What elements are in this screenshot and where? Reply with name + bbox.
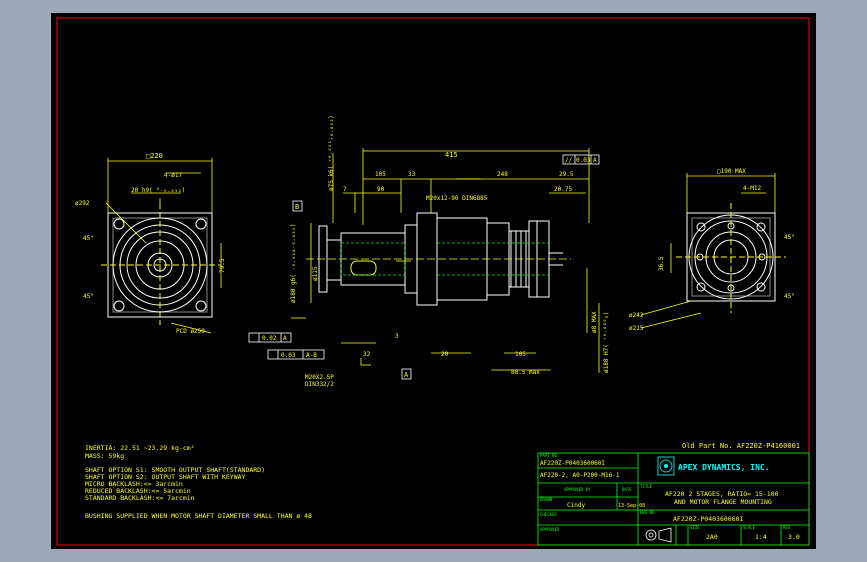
part-no-1: AF220Z-P040360060I <box>540 460 605 467</box>
dim-115: ø115 <box>312 266 319 281</box>
dim-angle-45-lower: 45° <box>83 293 94 300</box>
dim-angle-45-right-lower: 45° <box>784 293 795 300</box>
tolerance-parallel-value: 0.03 <box>576 157 591 164</box>
dim-thread-m20x2: M20X2.5P <box>305 374 334 381</box>
label-rev: REV <box>783 525 791 530</box>
label-part-no: PART NO. <box>540 453 559 458</box>
side-dims <box>291 148 600 373</box>
dim-angle-45-upper: 45° <box>83 235 94 242</box>
label-scale: SCALE <box>743 525 756 530</box>
dim-105: 105 <box>375 171 386 178</box>
dim-33: 33 <box>408 171 416 178</box>
tolerance-2-value: 0.02 <box>262 335 277 342</box>
dwg-number: AF220Z-P040360060I <box>673 515 744 523</box>
left-dims <box>105 158 222 334</box>
dim-shaft-75k6: ø75 k6( ⁺⁰·⁰²¹₊₀.₀₀₂) <box>328 115 335 191</box>
dim-din332: DIN332/2 <box>305 381 334 388</box>
drawn-date: 13-Sep-08 <box>618 503 645 509</box>
dim-105-lower: 105 <box>515 351 526 358</box>
dim-20-75: 20.75 <box>554 186 572 193</box>
label-checked: CHECKED <box>540 512 557 517</box>
tolerance-parallel-symbol: // <box>565 157 573 164</box>
company-logo <box>657 456 675 476</box>
part-no-2: AF220-2, A0-P200-M16-1 <box>540 472 620 479</box>
label-title: TITLE <box>640 484 653 489</box>
drawing-canvas: □220 4-ø17 20 h9( ⁰₋₀.₀₅₂) ø292 45° 45° … <box>56 17 810 546</box>
dim-29-5: 29.5 <box>559 171 574 178</box>
dim-keyway-m20: M20x12-90 DIN6885 <box>426 195 488 202</box>
tolerance-2-datum: A <box>283 335 287 342</box>
dim-36-5: 36.5 <box>658 256 665 271</box>
left-view <box>101 203 221 325</box>
rev-value: 3.0 <box>788 533 800 541</box>
tolerance-parallel-datum: A <box>593 157 597 164</box>
dim-415: 415 <box>445 151 458 159</box>
note-bushing: BUSHING SUPPLIED WHEN MOTOR SHAFT DIAMET… <box>85 512 312 520</box>
dim-dia-242: ø242 <box>629 312 644 319</box>
dim-dia-215: ø215 <box>629 325 644 332</box>
title-line-1: AF220 2 STAGES, RATIO= 15-100 <box>665 490 779 498</box>
tolerance-3-datum: A-B <box>306 352 317 359</box>
label-drawn: DRAWN <box>540 497 553 502</box>
dim-dia-292: ø292 <box>75 200 90 207</box>
label-date: DATE <box>622 487 632 492</box>
dim-32: 32 <box>363 351 371 358</box>
dim-88-5-max: 88.5 max <box>511 369 540 376</box>
dim-shaft-20h9: 20 h9( ⁰₋₀.₀₅₂) <box>131 187 185 194</box>
old-part-number: Old Part No. AF220Z-P4160001 <box>682 442 800 450</box>
dim-90: 90 <box>377 186 385 193</box>
dim-4-holes-17: 4-ø17 <box>164 172 182 179</box>
dim-88-max: ø8 MAX <box>591 311 598 333</box>
label-approved-by: APPROVED BY <box>564 487 591 492</box>
dim-3: 3 <box>395 333 399 340</box>
dim-4-m12: 4-M12 <box>743 185 761 192</box>
dim-180h7: ø180 H7( ⁺⁰·⁰⁴⁰₀) <box>603 312 610 373</box>
dim-7: 7 <box>343 186 347 193</box>
datum-b: B <box>295 203 299 211</box>
title-line-2: AND MOTOR FLANGE MOUNTING <box>674 498 772 506</box>
size-value: 2A0 <box>706 533 718 541</box>
dim-180g6: ø180 g6( ₋₀.₀₁₄₋₀.₀₃₉) <box>290 224 297 303</box>
dim-sq190-max: □190 MAX <box>717 168 746 175</box>
dim-248: 248 <box>497 171 508 178</box>
right-view <box>676 203 786 313</box>
tolerance-3-value: 0.03 <box>281 352 296 359</box>
dim-20: 20 <box>441 351 449 358</box>
label-size: SIZE <box>690 525 700 530</box>
drawn-by: Cindy <box>567 502 585 509</box>
datum-a: A <box>404 371 409 379</box>
dim-pcd-250: PCD ø250 <box>176 328 205 335</box>
scale-value: 1:4 <box>755 533 767 541</box>
dim-angle-45-right-upper: 45° <box>784 234 795 241</box>
note-mass: MASS: 59kg <box>85 452 124 460</box>
note-inertia: INERTIA: 22.51 ~23.29 kg-cm² <box>85 444 195 452</box>
dim-79-5: 79.5 <box>219 258 226 273</box>
dim-sq220: □220 <box>146 152 163 160</box>
label-approved: APPROVED <box>540 527 560 532</box>
drawing-sheet: □220 4-ø17 20 h9( ⁰₋₀.₀₅₂) ø292 45° 45° … <box>51 13 816 549</box>
label-dwg-no: DWG NO. <box>640 510 657 515</box>
note-standard-backlash: STANDARD BACKLASH:<= 7arcmin <box>85 494 195 502</box>
company-name: APEX DYNAMICS, INC. <box>678 463 770 472</box>
projection-symbol <box>645 527 672 543</box>
